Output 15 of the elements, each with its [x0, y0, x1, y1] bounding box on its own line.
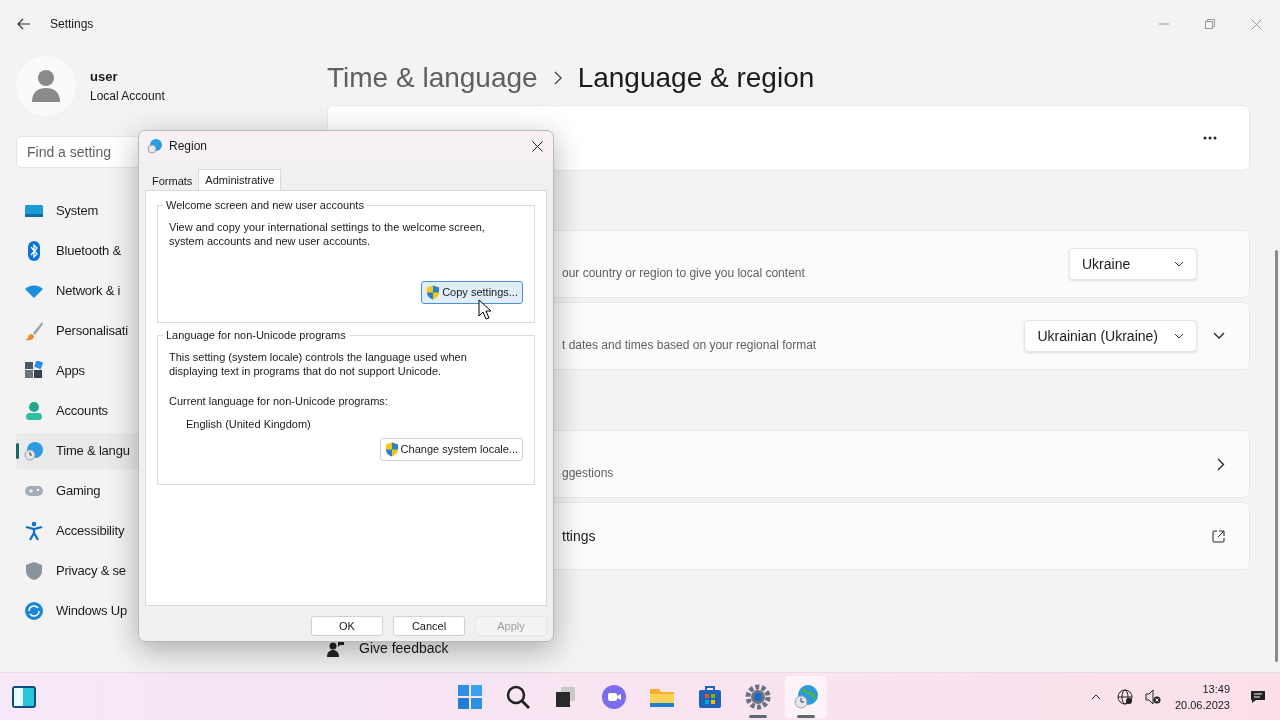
card-title: ttings	[562, 526, 596, 546]
group-description: View and copy your international settings to the welcome screen, system accounts and new user accounts.	[169, 220, 486, 248]
window-title: Settings	[50, 16, 94, 33]
current-language-label: Current language for non-Unicode programs:	[169, 394, 389, 409]
clock-time: 13:49	[1202, 681, 1230, 697]
card-description: ggestions	[562, 465, 614, 482]
page-title: Language & region	[577, 60, 815, 95]
user-name: user	[90, 68, 119, 87]
group-description: This setting (system locale) controls the language used when displaying text in programs that do not support Unicode.	[169, 350, 468, 378]
card-description: our country or region to give you local content	[562, 265, 805, 282]
current-language-value: English (United Kingdom)	[186, 416, 312, 432]
card-description: t dates and times based on your regional format	[562, 337, 817, 354]
account-type: Local Account	[90, 87, 165, 105]
dialog-title: Region	[169, 138, 208, 155]
clock-date: 20.06.2023	[1174, 697, 1230, 713]
